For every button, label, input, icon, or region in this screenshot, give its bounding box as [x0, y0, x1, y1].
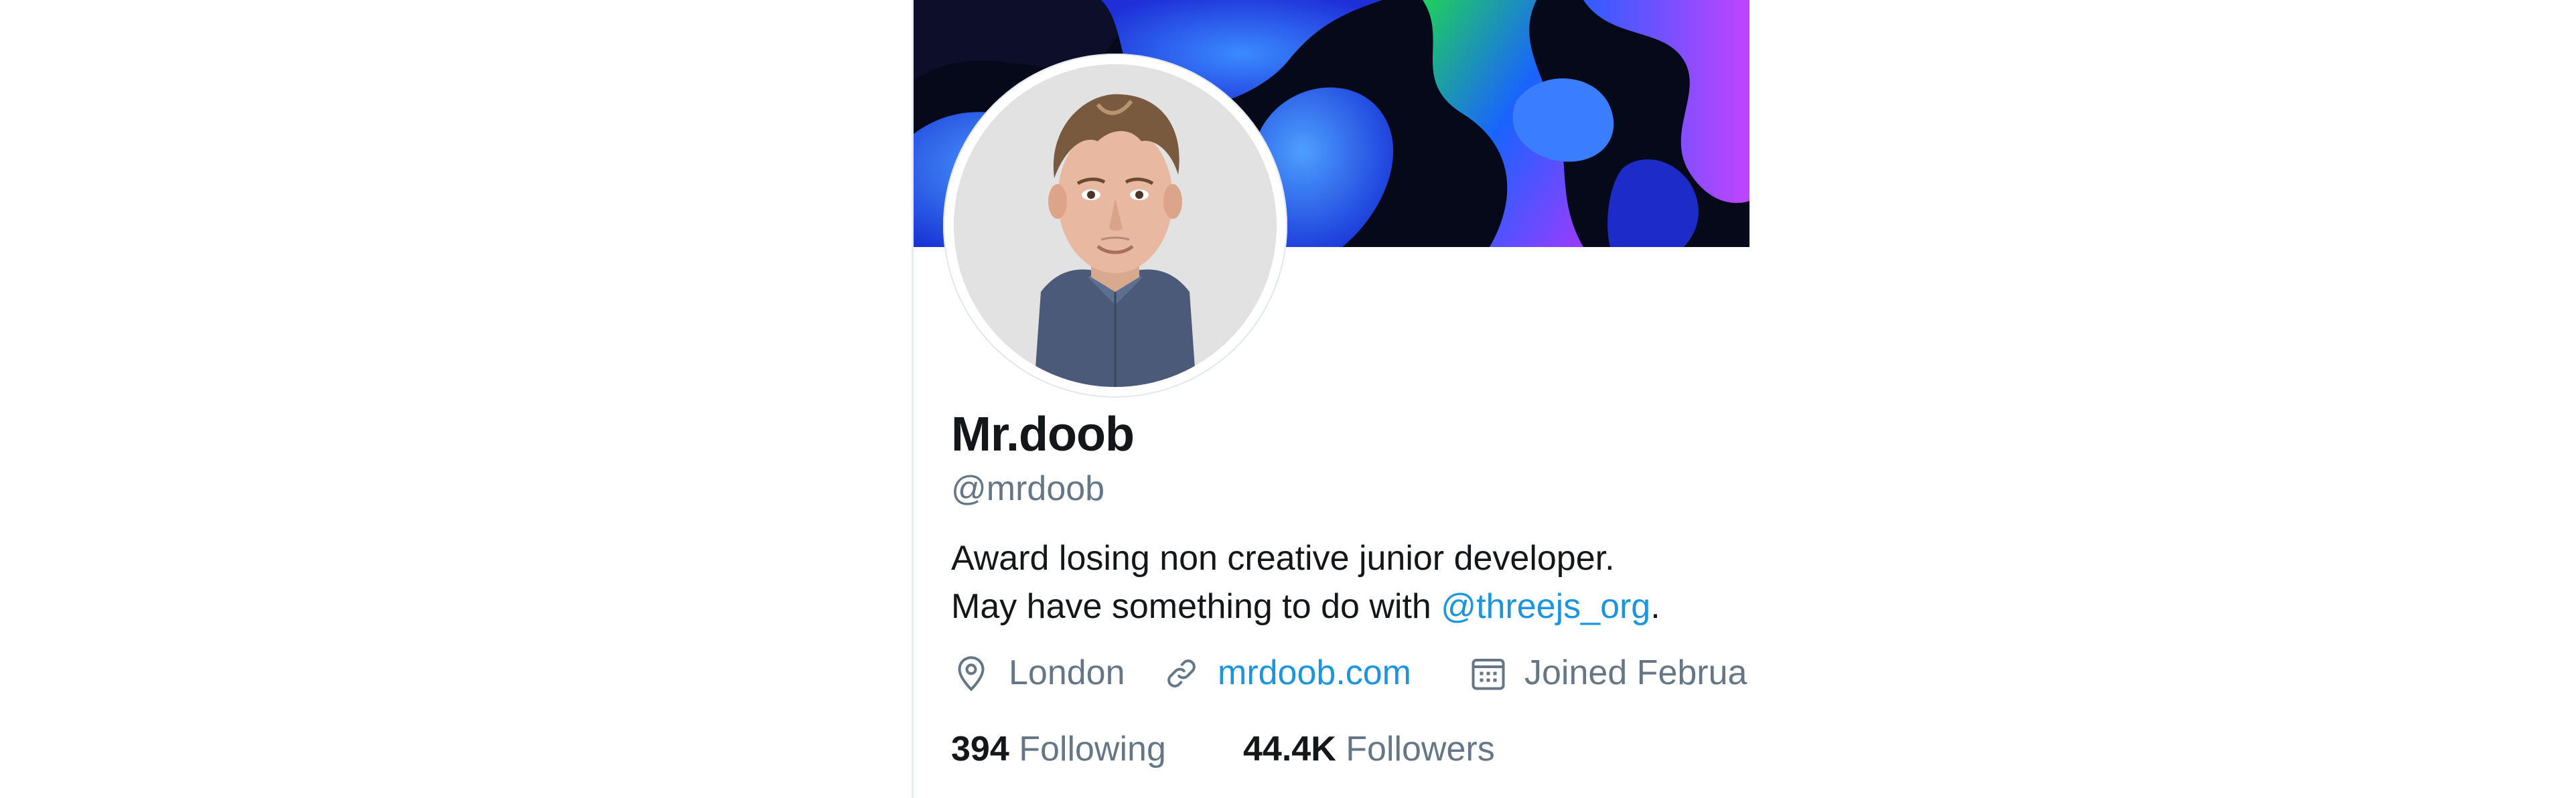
avatar[interactable]	[943, 54, 1287, 398]
followers-count[interactable]: 44.4K Followers	[1243, 726, 1495, 773]
joined-text: Joined Februa	[1524, 653, 1747, 692]
location: London	[951, 649, 1145, 696]
bio: Award losing non creative junior develop…	[951, 534, 1660, 631]
following-count[interactable]: 394 Following	[951, 726, 1166, 773]
bio-line-2: May have something to do with @threejs_o…	[951, 582, 1660, 631]
avatar-image	[954, 64, 1277, 387]
followers-number: 44.4K	[1243, 730, 1336, 769]
location-text: London	[1009, 653, 1125, 692]
bio-punctuation: .	[1650, 587, 1660, 626]
website-link[interactable]: mrdoob.com	[1218, 649, 1411, 696]
bio-line-1: Award losing non creative junior develop…	[951, 539, 1615, 578]
bio-text: May have something to do with	[951, 587, 1441, 626]
mention-link[interactable]: @threejs_org	[1441, 587, 1650, 626]
profile-column: Mr.doob @mrdoob Award losing non creativ…	[912, 0, 1749, 798]
location-pin-icon	[958, 656, 985, 692]
display-name: Mr.doob	[951, 408, 1135, 461]
following-label: Following	[1019, 730, 1166, 769]
joined-date: Joined Februa	[1468, 649, 1749, 696]
calendar-icon	[1472, 659, 1505, 690]
followers-label: Followers	[1346, 730, 1495, 769]
following-number: 394	[951, 730, 1009, 769]
website[interactable]: mrdoob.com	[1161, 649, 1449, 696]
link-icon	[1167, 659, 1196, 688]
handle: @mrdoob	[951, 469, 1105, 508]
